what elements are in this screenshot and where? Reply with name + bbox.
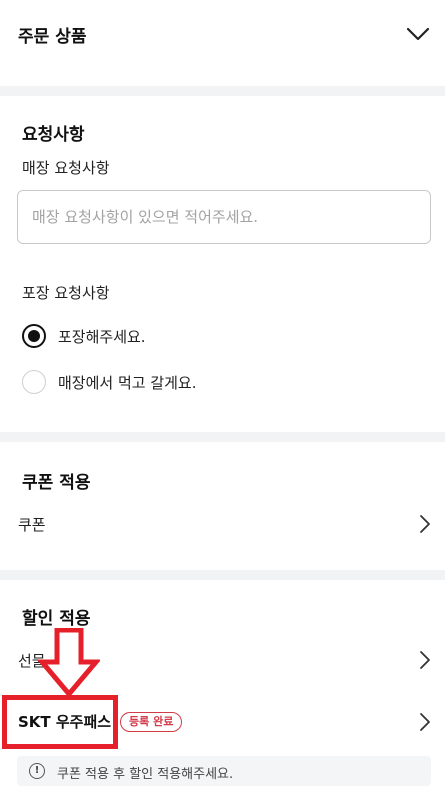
packaging-request-label: 포장 요청사항 — [22, 284, 110, 302]
order-products-title: 주문 상품 — [18, 27, 87, 47]
down-arrow-icon — [38, 628, 100, 698]
notice-text: 쿠폰 적용 후 할인 적용해주세요. — [57, 767, 234, 782]
radio-unchecked[interactable] — [22, 370, 46, 394]
order-products-header[interactable]: 주문 상품 — [0, 0, 445, 86]
radio-option-packaging[interactable]: 포장해주세요. — [22, 323, 146, 349]
chevron-right-icon — [420, 515, 430, 533]
section-divider — [0, 570, 445, 580]
chevron-down-icon[interactable] — [404, 24, 432, 44]
section-divider — [0, 86, 445, 96]
chevron-right-icon — [420, 713, 430, 731]
skt-universe-pass-label: SKT 우주패스 — [18, 713, 112, 731]
radio-checked[interactable] — [22, 324, 46, 348]
radio-option-label: 매장에서 먹고 갈게요. — [58, 373, 197, 392]
coupon-row[interactable]: 쿠폰 — [0, 504, 445, 544]
radio-option-dine-in[interactable]: 매장에서 먹고 갈게요. — [22, 369, 197, 395]
section-divider — [0, 432, 445, 442]
coupon-row-label: 쿠폰 — [18, 516, 46, 534]
discount-notice: ! 쿠폰 적용 후 할인 적용해주세요. — [17, 756, 431, 786]
request-title: 요청사항 — [22, 125, 85, 145]
chevron-right-icon — [420, 651, 430, 669]
radio-option-label: 포장해주세요. — [58, 327, 146, 346]
registered-badge: 등록 완료 — [120, 712, 183, 732]
discount-title: 할인 적용 — [22, 609, 91, 629]
coupon-title: 쿠폰 적용 — [22, 473, 91, 493]
store-request-input[interactable] — [17, 190, 431, 244]
info-icon: ! — [29, 763, 45, 779]
store-request-label: 매장 요청사항 — [22, 159, 110, 177]
